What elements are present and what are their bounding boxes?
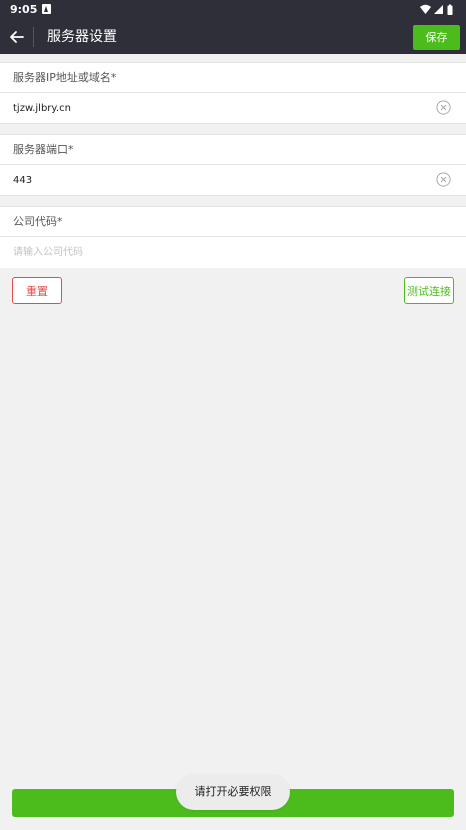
company-code-row: [0, 237, 466, 268]
clear-icon: [436, 172, 451, 187]
page-title: 服务器设置: [47, 29, 117, 45]
test-connection-button[interactable]: 测试连接: [404, 277, 454, 304]
notification-a-icon: [42, 4, 51, 14]
server-address-row: [0, 93, 466, 124]
clear-icon: [436, 100, 451, 115]
wifi-icon: [420, 4, 431, 14]
status-time: 9:05: [10, 3, 38, 16]
clear-server-port-button[interactable]: [436, 172, 451, 187]
back-button[interactable]: [6, 26, 28, 48]
arrow-back-icon: [10, 31, 24, 43]
status-icons: [419, 3, 457, 17]
cell-signal-icon: [434, 5, 443, 14]
server-port-input[interactable]: [13, 171, 413, 189]
save-button[interactable]: 保存: [413, 25, 460, 50]
company-code-input[interactable]: [13, 243, 413, 261]
server-port-label: 服务器端口*: [13, 143, 74, 156]
clear-server-address-button[interactable]: [436, 100, 451, 115]
server-address-input[interactable]: [13, 99, 413, 117]
server-address-label-row: 服务器IP地址或域名*: [0, 62, 466, 93]
app-bar: 服务器设置 保存: [0, 20, 466, 54]
status-bar: 9:05: [0, 0, 466, 20]
toast-message: 请打开必要权限: [176, 774, 290, 810]
server-address-label: 服务器IP地址或域名*: [13, 71, 117, 84]
appbar-divider: [33, 27, 34, 47]
company-code-label-row: 公司代码*: [0, 206, 466, 237]
server-port-label-row: 服务器端口*: [0, 134, 466, 165]
reset-button[interactable]: 重置: [12, 277, 62, 304]
battery-icon: [447, 4, 453, 15]
company-code-label: 公司代码*: [13, 215, 63, 228]
server-port-row: [0, 165, 466, 196]
